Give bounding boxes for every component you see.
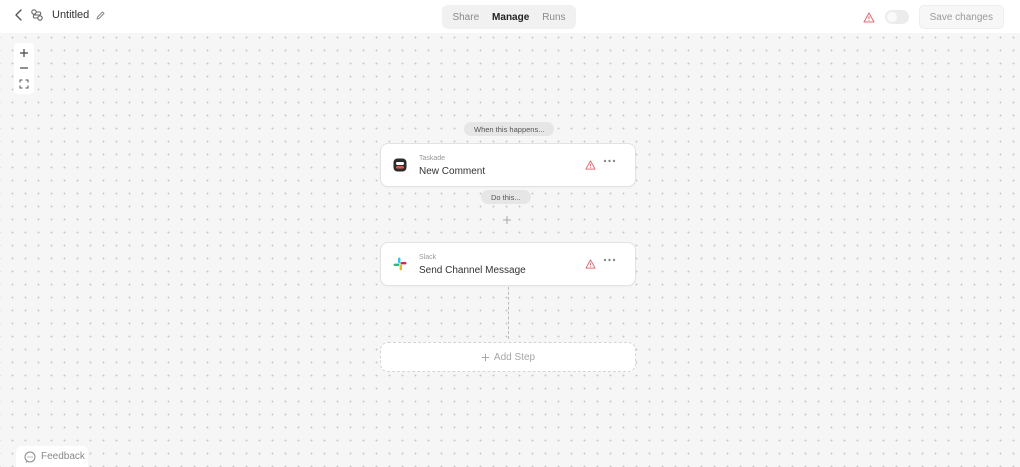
step-app-name: Slack — [419, 254, 437, 261]
toggle-knob — [886, 12, 897, 22]
tab-runs[interactable]: Runs — [537, 9, 570, 26]
back-chevron-icon[interactable] — [14, 9, 24, 21]
workflow-title: Untitled — [52, 9, 90, 21]
zoom-out-icon[interactable] — [19, 63, 29, 73]
enable-toggle[interactable] — [884, 10, 909, 24]
add-step-label: Add Step — [493, 351, 536, 363]
more-options-icon[interactable] — [603, 159, 616, 163]
tab-manage[interactable]: Manage — [487, 9, 534, 26]
feedback-button[interactable]: Feedback — [16, 446, 88, 467]
zoom-in-icon[interactable] — [19, 48, 29, 58]
step-card-taskade[interactable]: Taskade New Comment — [380, 143, 636, 187]
zoom-controls — [14, 43, 34, 94]
trigger-label-pill: When this happens... — [464, 122, 555, 136]
workflow-icon — [30, 8, 44, 22]
step-app-name: Taskade — [419, 155, 446, 162]
warning-icon[interactable] — [585, 160, 596, 170]
warning-icon[interactable] — [585, 259, 596, 269]
taskade-icon — [393, 158, 407, 172]
header-left: Untitled — [14, 8, 106, 22]
connector-line — [508, 287, 509, 339]
header-right: Save changes — [863, 5, 1004, 29]
save-changes-button[interactable]: Save changes — [918, 5, 1004, 29]
chat-bubble-icon — [24, 451, 36, 463]
slack-icon — [393, 257, 407, 271]
insert-step-plus-icon[interactable] — [502, 215, 512, 225]
action-label-pill: Do this... — [481, 190, 531, 204]
step-action-name: New Comment — [419, 166, 486, 177]
tab-share[interactable]: Share — [447, 9, 484, 26]
top-bar: Untitled Share Manage Runs Save changes — [0, 0, 1020, 33]
plus-icon — [481, 353, 490, 362]
more-options-icon[interactable] — [603, 258, 616, 262]
add-step-button[interactable]: Add Step — [380, 342, 636, 372]
pencil-edit-icon[interactable] — [95, 10, 106, 21]
step-card-slack[interactable]: Slack Send Channel Message — [380, 242, 636, 286]
step-action-name: Send Channel Message — [419, 265, 526, 276]
fit-view-icon[interactable] — [19, 79, 29, 89]
warning-icon[interactable] — [863, 11, 875, 23]
feedback-label: Feedback — [41, 451, 85, 462]
view-tabs: Share Manage Runs — [442, 5, 576, 29]
